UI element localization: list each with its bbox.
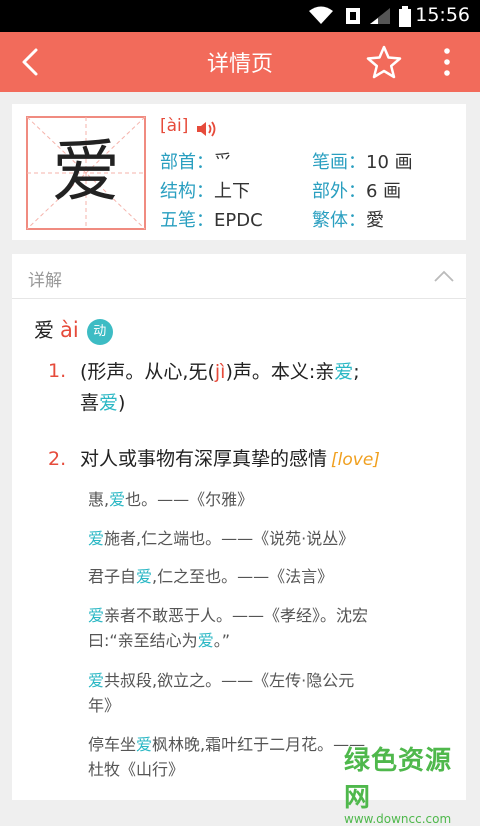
- page-title: 详情页: [206, 52, 273, 77]
- wubi-row: 五笔：EPDC: [160, 206, 263, 232]
- status-time: 15:56: [415, 4, 470, 26]
- character-grid-box: 爱: [26, 116, 146, 230]
- entry-character: 爱: [34, 318, 54, 342]
- wubi-label: 五笔：: [160, 210, 214, 231]
- signal-icon: [370, 8, 390, 24]
- app-bar: 详情页: [0, 32, 480, 92]
- example-sentence: 君子自爱,仁之至也。——《法言》: [88, 567, 334, 586]
- radical-row: 部首：爫: [160, 148, 232, 174]
- detail-section-title: 详解: [28, 271, 62, 291]
- definition-number: 1.: [48, 360, 67, 382]
- part-of-speech-badge: 动: [86, 319, 113, 345]
- wubi-value: EPDC: [214, 210, 263, 231]
- entry-pinyin: ài: [60, 318, 79, 342]
- structure-value: 上下: [214, 181, 250, 202]
- outer-strokes-value: 6 画: [366, 181, 402, 202]
- status-bar: 15:56: [0, 0, 480, 32]
- detail-card: 详解 爱 ài 动 1. (形声。从心,旡(jì)声。本义:亲爱; 喜爱) 2. 对…: [12, 254, 466, 800]
- sim-icon: [346, 8, 360, 24]
- battery-icon: [399, 6, 411, 27]
- more-options-button[interactable]: [432, 42, 462, 82]
- structure-row: 结构：上下: [160, 177, 250, 203]
- character-card: 爱 [ài] 部首：爫 笔画：10 画 结构：上下 部外：6 画 五笔：EPDC…: [12, 104, 466, 240]
- example-sentence: 惠,爱也。——《尔雅》: [88, 490, 254, 509]
- entry-heading: 爱 ài 动: [34, 314, 113, 345]
- strokes-row: 笔画：10 画: [312, 148, 413, 174]
- main-character: 爱: [51, 133, 120, 212]
- watermark: 绿色资源网 www.downcc.com: [344, 740, 474, 826]
- strokes-label: 笔画：: [312, 152, 366, 173]
- structure-label: 结构：: [160, 181, 214, 202]
- favorite-star-button[interactable]: [364, 44, 404, 80]
- pinyin: [ài]: [160, 116, 189, 136]
- english-gloss: [love]: [331, 450, 380, 470]
- example-sentence: 爱共叔段,欲立之。——《左传·隐公元 年》: [88, 671, 355, 715]
- radical-value: 爫: [214, 152, 232, 173]
- watermark-url: www.downcc.com: [344, 812, 452, 826]
- radical-label: 部首：: [160, 152, 214, 173]
- definition-number: 2.: [48, 448, 67, 470]
- example-sentence: 爱亲者不敢恶于人。——《孝经》。沈宏 曰:“亲至结心为爱。”: [88, 606, 369, 650]
- strokes-value: 10 画: [366, 152, 413, 173]
- definition-text: 对人或事物有深厚真挚的感情 [love]: [80, 448, 380, 470]
- traditional-row: 繁体：愛: [312, 206, 384, 232]
- detail-header[interactable]: 详解: [12, 254, 466, 299]
- watermark-title: 绿色资源网: [344, 746, 453, 813]
- speaker-icon[interactable]: [196, 120, 218, 138]
- outer-strokes-row: 部外：6 画: [312, 177, 401, 203]
- traditional-label: 繁体：: [312, 210, 366, 231]
- example-sentence: 爱施者,仁之端也。——《说苑·说丛》: [88, 529, 355, 548]
- wifi-icon: [309, 6, 333, 24]
- chevron-up-icon[interactable]: [432, 268, 456, 284]
- outer-strokes-label: 部外：: [312, 181, 366, 202]
- definition-text: (形声。从心,旡(jì)声。本义:亲爱; 喜爱): [80, 361, 360, 414]
- traditional-value: 愛: [366, 210, 384, 231]
